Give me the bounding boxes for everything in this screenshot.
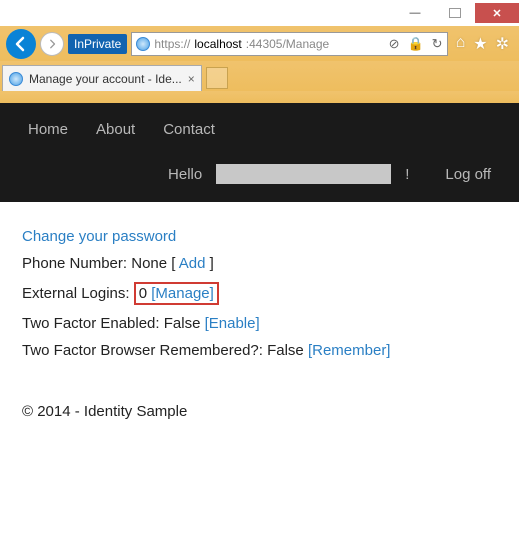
bracket-close: ] [205,255,213,272]
tab-favicon-icon [9,72,23,86]
window-close-button[interactable]: ✕ [475,3,519,23]
page-viewport: Home About Contact Hello ! Log off Chang… [0,103,519,535]
browser-toolbar: InPrivate https:// localhost :44305/Manage… [0,26,519,61]
tfb-value: False [267,342,304,359]
inprivate-badge: InPrivate [68,34,127,54]
nav-about[interactable]: About [96,121,135,138]
external-logins-manage-link[interactable]: [Manage] [151,285,214,302]
phone-add-link[interactable]: Add [179,255,206,272]
username-redacted[interactable] [216,164,391,184]
two-factor-enabled-row: Two Factor Enabled: False [Enable] [22,315,497,332]
external-logins-highlight: 0 [Manage] [134,282,219,305]
phone-row: Phone Number: None [ Add ] [22,255,497,272]
greeting-excl: ! [405,166,409,183]
nav-contact[interactable]: Contact [163,121,215,138]
url-host: localhost [194,37,241,51]
browser-tab[interactable]: Manage your account - Ide... × [2,65,202,91]
ie-favicon-icon [136,37,150,51]
window-titlebar: — ✕ [0,0,519,26]
external-logins-count: 0 [139,285,147,302]
refresh-icon[interactable]: ↻ [432,36,443,52]
two-factor-browser-row: Two Factor Browser Remembered?: False [R… [22,342,497,359]
back-button[interactable] [6,29,36,59]
address-bar[interactable]: https:// localhost :44305/Manage ⊘ 🔒 ↻ [131,32,447,56]
new-tab-button[interactable] [206,67,228,89]
window-maximize-button[interactable] [435,3,475,23]
home-icon[interactable]: ⌂ [456,34,466,54]
tfe-label: Two Factor Enabled: [22,315,164,332]
lock-icon: 🔒 [407,36,423,52]
tfe-enable-link[interactable]: [Enable] [205,315,260,332]
favorites-star-icon[interactable]: ★ [473,34,487,54]
forward-button[interactable] [40,32,64,56]
phone-value: None [131,255,167,272]
footer: © 2014 - Identity Sample [22,403,497,420]
url-protocol: https:// [154,37,190,51]
change-password-link[interactable]: Change your password [22,228,176,245]
stop-icon[interactable]: ⊘ [389,36,400,52]
window-minimize-button[interactable]: — [395,3,435,23]
tab-strip: Manage your account - Ide... × [0,61,519,91]
nav-home[interactable]: Home [28,121,68,138]
gear-icon[interactable]: ✲ [496,34,509,54]
phone-label: Phone Number: [22,255,131,272]
chrome-right-icons: ⌂ ★ ✲ [452,34,513,54]
url-path: :44305/Manage [246,37,329,51]
site-navbar: Home About Contact Hello ! Log off [0,103,519,202]
greeting-label: Hello [168,166,202,183]
tfb-remember-link[interactable]: [Remember] [308,342,391,359]
tfb-label: Two Factor Browser Remembered?: [22,342,267,359]
tab-close-icon[interactable]: × [188,72,195,86]
external-logins-label: External Logins: [22,285,130,302]
external-logins-row: External Logins: 0 [Manage] [22,282,497,305]
bracket-open: [ [167,255,179,272]
tab-title: Manage your account - Ide... [29,72,182,86]
tfe-value: False [164,315,201,332]
manage-content: Change your password Phone Number: None … [0,202,519,436]
logoff-link[interactable]: Log off [445,166,491,183]
